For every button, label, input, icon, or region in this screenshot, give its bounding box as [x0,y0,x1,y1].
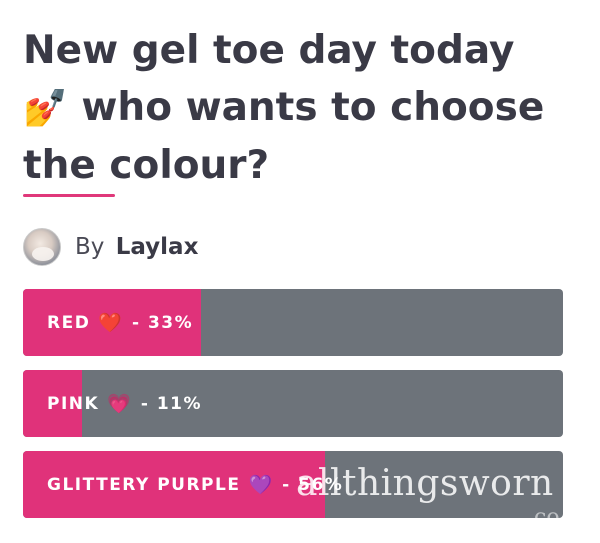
poll-option-label: PINK 💗 - 11% [47,370,202,437]
poll-option-label: GLITTERY PURPLE 💜 - 56% [47,451,343,518]
author-byline: By Laylax [23,228,198,266]
poll-option-pink[interactable]: PINK 💗 - 11% [23,370,563,437]
title-line-1: New gel toe day today [23,28,515,73]
poll-option-red[interactable]: RED ❤️ - 33% [23,289,563,356]
pink-heart-icon: 💗 [107,393,131,415]
nail-polish-icon: 💅 [23,88,68,129]
option-percent: - 56% [282,474,344,495]
option-name: GLITTERY PURPLE [47,474,241,495]
poll-option-label: RED ❤️ - 33% [47,289,193,356]
author-avatar[interactable] [23,228,61,266]
red-heart-icon: ❤️ [98,312,122,334]
option-name: PINK [47,393,100,414]
title-line-2: who wants to choose [67,85,545,130]
post-title: New gel toe day today 💅 who wants to cho… [23,22,583,194]
poll-option-glittery-purple[interactable]: GLITTERY PURPLE 💜 - 56% [23,451,563,518]
option-percent: - 33% [132,312,194,333]
author-name-link[interactable]: Laylax [116,234,199,260]
purple-heart-icon: 💜 [248,474,273,496]
title-divider [23,194,115,197]
title-line-3: the colour? [23,143,270,188]
option-name: RED [47,312,91,333]
author-prefix: By [75,234,105,260]
author-text: By Laylax [75,234,198,260]
option-percent: - 11% [140,393,203,414]
